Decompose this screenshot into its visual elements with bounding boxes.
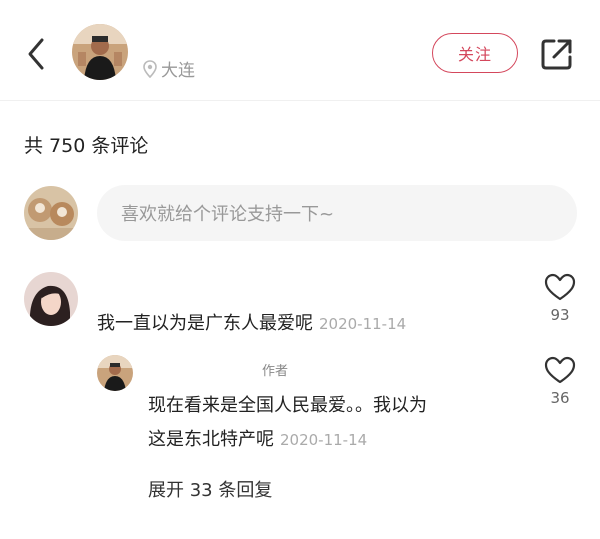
back-button[interactable] — [22, 34, 52, 74]
like-count: 93 — [550, 306, 570, 324]
author-avatar[interactable] — [72, 24, 128, 80]
comment-count: 共 750 条评论 — [24, 135, 149, 157]
commenter-avatar[interactable] — [24, 272, 78, 326]
location-pin-icon — [143, 59, 157, 78]
reply-line-2: 这是东北特产呢 — [148, 429, 274, 450]
comment-body: 我一直以为是广东人最爱呢 2020-11-14 — [97, 307, 406, 341]
expand-replies-button[interactable]: 展开 33 条回复 — [148, 476, 272, 502]
back-icon — [28, 38, 44, 70]
author-tag: 作者 — [262, 364, 289, 379]
share-button[interactable] — [540, 37, 574, 71]
reply-like-button[interactable]: 36 — [540, 355, 580, 407]
header-divider — [0, 100, 600, 101]
comment-input[interactable]: 喜欢就给个评论支持一下~ — [97, 185, 577, 241]
share-icon — [541, 39, 572, 70]
reply-author-avatar[interactable] — [97, 355, 133, 391]
reply-line-1: 现在看来是全国人民最爱。。我以为 — [148, 395, 427, 416]
reply-body: 现在看来是全国人民最爱。。我以为 这是东北特产呢 2020-11-14 — [148, 389, 528, 457]
comment-date: 2020-11-14 — [319, 315, 407, 333]
reply-like-count: 36 — [550, 389, 570, 407]
location: 大连 — [143, 56, 195, 81]
current-user-avatar — [24, 186, 78, 240]
heart-icon — [544, 273, 576, 301]
comment-text: 我一直以为是广东人最爱呢 — [97, 313, 313, 334]
comment-input-placeholder: 喜欢就给个评论支持一下~ — [121, 204, 335, 225]
reply-date: 2020-11-14 — [280, 431, 368, 449]
heart-icon — [544, 356, 576, 384]
reply-line-2-wrap: 这是东北特产呢 2020-11-14 — [148, 423, 528, 457]
location-text: 大连 — [161, 61, 195, 81]
follow-button[interactable]: 关注 — [432, 33, 518, 73]
like-button[interactable]: 93 — [540, 272, 580, 324]
